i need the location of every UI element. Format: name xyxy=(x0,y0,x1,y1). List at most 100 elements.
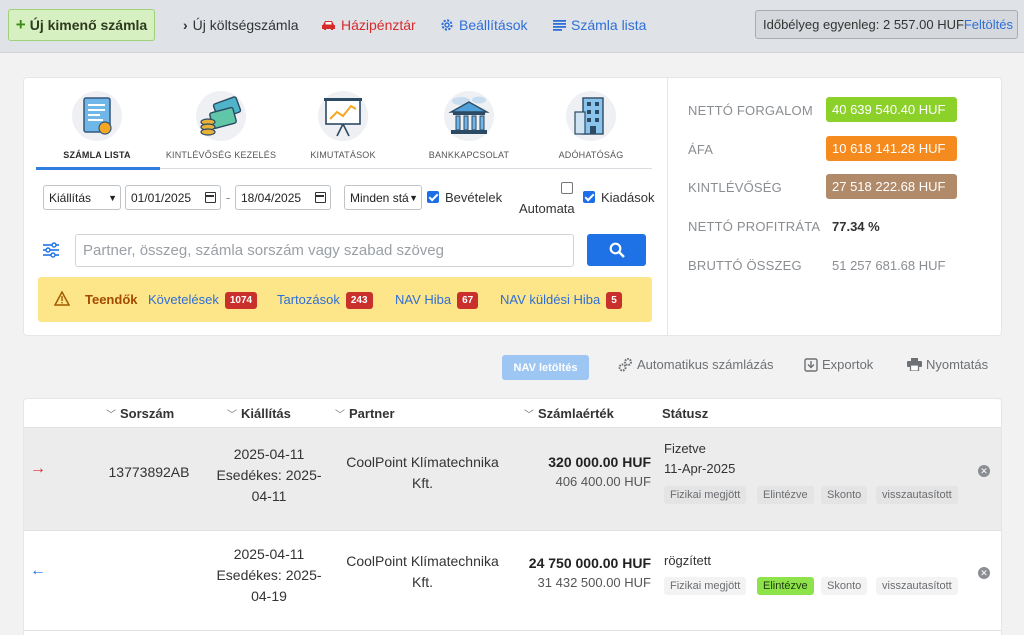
tab-bank-connection-label: BANKKAPCSOLAT xyxy=(428,150,510,160)
tag-handled[interactable]: Elintézve xyxy=(757,486,814,504)
todo-receivables[interactable]: Követelések 1074 xyxy=(148,292,258,309)
column-header-status[interactable]: Státusz xyxy=(662,406,708,421)
column-header-label: Partner xyxy=(349,406,395,421)
upload-link[interactable]: Feltöltés xyxy=(964,17,1013,32)
search-input[interactable]: Partner, összeg, számla sorszám vagy sza… xyxy=(75,234,574,267)
calendar-icon[interactable] xyxy=(205,192,216,203)
tab-reports[interactable]: KIMUTATÁSOK xyxy=(282,90,404,170)
search-button[interactable] xyxy=(587,234,646,266)
close-icon[interactable]: ✕ xyxy=(978,567,990,579)
expense-checkbox[interactable] xyxy=(583,191,595,203)
new-cost-invoice-label: Új költségszámla xyxy=(192,17,299,33)
date-type-select[interactable]: Kiállítás ▼ xyxy=(43,185,121,210)
tag-rejected[interactable]: visszautasított xyxy=(876,486,958,504)
due-date-rest: 04-11 xyxy=(251,488,287,504)
status-select-value: Minden stá xyxy=(350,190,409,205)
print-button[interactable]: Nyomtatás xyxy=(907,357,988,372)
column-header-issue-date[interactable]: ﹀ Kiállítás xyxy=(227,406,291,421)
settings-button[interactable]: Beállítások xyxy=(440,9,527,41)
date-from-value: 01/01/2025 xyxy=(131,190,192,205)
tab-receivables[interactable]: KINTLÉVŐSÉG KEZELÉS xyxy=(160,90,282,170)
income-label: Bevételek xyxy=(445,190,503,205)
todo-debts[interactable]: Tartozások 243 xyxy=(277,292,373,309)
cash-register-label: Házipénztár xyxy=(341,17,416,33)
tag-skonto[interactable]: Skonto xyxy=(821,486,868,504)
partner-name-line2: Kft. xyxy=(411,475,433,491)
caret-down-icon: ▼ xyxy=(409,192,418,203)
column-header-partner[interactable]: ﹀ Partner xyxy=(335,406,395,421)
divider xyxy=(667,78,668,335)
column-header-number[interactable]: ﹀ Sorszám xyxy=(106,406,174,421)
tag-handled[interactable]: Elintézve xyxy=(757,577,814,595)
invoice-list-button[interactable]: Számla lista xyxy=(553,9,646,41)
todo-debts-link[interactable]: Tartozások xyxy=(277,292,340,307)
new-cost-invoice-button[interactable]: › Új költségszámla xyxy=(183,9,299,41)
auto-billing-label: Automatikus számlázás xyxy=(637,357,774,372)
status-text: rögzített xyxy=(664,553,711,568)
date-to-value: 18/04/2025 xyxy=(241,190,302,205)
due-date-label: Esedékes: 2025- xyxy=(216,567,322,583)
partner-name-line1: CoolPoint Klímatechnika xyxy=(346,454,499,470)
status-select[interactable]: Minden stá ▼ xyxy=(344,185,422,210)
chevron-right-icon: › xyxy=(183,17,188,33)
income-checkbox[interactable] xyxy=(427,191,439,203)
chevron-down-icon: ﹀ xyxy=(227,410,237,421)
new-outgoing-invoice-button[interactable]: + Új kimenő számla xyxy=(8,9,155,41)
table-row[interactable]: → 13773892AB 2025-04-11 Esedékes: 2025- … xyxy=(24,428,1001,531)
timestamp-balance-box: Időbélyeg egyenleg: 2 557.00 HUF Feltölt… xyxy=(755,10,1018,39)
tag-skonto[interactable]: Skonto xyxy=(821,577,868,595)
table-actions: NAV letöltés Automatikus számlázás Expor… xyxy=(0,352,1024,382)
plus-icon: + xyxy=(15,15,26,34)
status-cell: Fizetve 11-Apr-2025 xyxy=(664,439,735,479)
incoming-arrow-icon: ← xyxy=(30,562,46,579)
filter-sliders-icon[interactable] xyxy=(42,242,60,258)
tab-tax-authority[interactable]: ADÓHATÓSÁG xyxy=(530,90,652,170)
issue-date-cell: 2025-04-11 Esedékes: 2025- 04-19 xyxy=(214,544,324,607)
automatic-checkbox[interactable] xyxy=(561,182,573,194)
invoice-list-label: Számla lista xyxy=(571,17,647,33)
calendar-icon[interactable] xyxy=(315,192,326,203)
todo-receivables-count: 1074 xyxy=(224,292,258,309)
partner-cell: CoolPoint Klímatechnika Kft. xyxy=(330,551,515,593)
tab-invoice-list[interactable]: SZÁMLA LISTA xyxy=(36,90,158,170)
tab-tax-authority-label: ADÓHATÓSÁG xyxy=(558,150,624,160)
tag-rejected[interactable]: visszautasított xyxy=(876,577,958,595)
invoice-number: 13773892AB xyxy=(108,464,190,480)
caret-down-icon: ▼ xyxy=(108,192,117,203)
date-to-input[interactable]: 18/04/2025 xyxy=(235,185,331,210)
issue-date-cell: 2025-04-11 Esedékes: 2025- 04-11 xyxy=(214,444,324,507)
gear-icon xyxy=(440,18,454,32)
outgoing-arrow-icon: → xyxy=(30,460,46,477)
gears-icon xyxy=(618,357,633,372)
tag-physical-arrived[interactable]: Fizikai megjött xyxy=(664,486,747,504)
chevron-down-icon: ﹀ xyxy=(524,410,534,421)
nav-download-button[interactable]: NAV letöltés xyxy=(502,355,589,380)
expense-label: Kiadások xyxy=(601,190,655,205)
todo-receivables-link[interactable]: Követelések xyxy=(148,292,219,307)
table-row[interactable]: ← 2025-04-11 Esedékes: 2025- 04-19 CoolP… xyxy=(24,531,1001,631)
receivables-icon xyxy=(196,91,246,141)
date-from-input[interactable]: 01/01/2025 xyxy=(125,185,221,210)
new-outgoing-invoice-label: Új kimenő számla xyxy=(29,17,148,33)
export-button[interactable]: Exportok xyxy=(804,357,873,372)
stat-label: KINTLÉVŐSÉG xyxy=(688,180,782,195)
chevron-down-icon: ﹀ xyxy=(106,410,116,421)
stat-label: BRUTTÓ ÖSSZEG xyxy=(688,258,802,273)
tab-bank-connection[interactable]: BANKKAPCSOLAT xyxy=(408,90,530,170)
tag-physical-arrived[interactable]: Fizikai megjött xyxy=(664,577,747,595)
cash-register-button[interactable]: Házipénztár xyxy=(321,9,416,41)
todo-nav-error-count: 67 xyxy=(457,292,479,309)
search-icon xyxy=(609,242,625,258)
todo-nav-error[interactable]: NAV Hiba 67 xyxy=(395,292,479,309)
issue-date: 2025-04-11 xyxy=(233,446,305,462)
column-header-amount[interactable]: ﹀ Számlaérték xyxy=(524,406,614,421)
auto-billing-button[interactable]: Automatikus számlázás xyxy=(618,357,774,372)
partner-name-line2: Kft. xyxy=(411,574,433,590)
todo-nav-send-error-link[interactable]: NAV küldési Hiba xyxy=(500,292,600,307)
todo-nav-error-link[interactable]: NAV Hiba xyxy=(395,292,451,307)
column-header-label: Kiállítás xyxy=(241,406,291,421)
todo-nav-send-error[interactable]: NAV küldési Hiba 5 xyxy=(500,292,622,309)
close-icon[interactable]: ✕ xyxy=(978,465,990,477)
printer-icon xyxy=(907,358,922,371)
gross-amount: 31 432 500.00 HUF xyxy=(537,575,651,590)
